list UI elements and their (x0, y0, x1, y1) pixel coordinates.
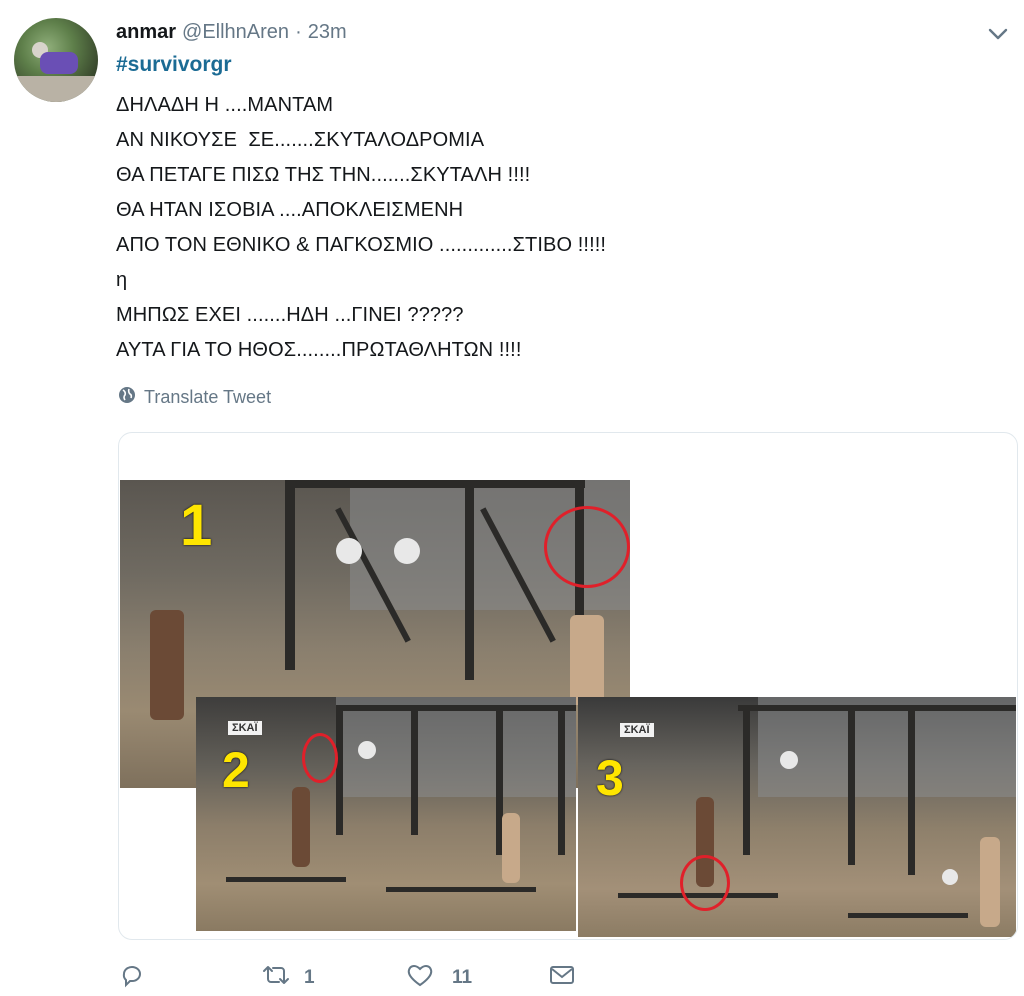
reply-icon (120, 962, 146, 994)
envelope-icon (548, 962, 576, 994)
media-card[interactable]: 1 ΣΚΑΪ 2 ΣΚΑΪ 3 (118, 432, 1018, 940)
panel-number: 1 (180, 493, 213, 558)
photo-panel-3[interactable]: ΣΚΑΪ 3 (578, 697, 1016, 937)
athlete (980, 837, 1000, 927)
retweet-button[interactable]: 1 (260, 962, 315, 994)
ground-frame (226, 877, 346, 882)
pole (411, 705, 418, 835)
like-count: 11 (452, 967, 473, 988)
target (942, 869, 958, 885)
heart-icon (406, 962, 434, 994)
retweet-icon (260, 962, 292, 994)
avatar[interactable] (14, 18, 98, 102)
crossbar (285, 480, 585, 488)
panel-number: 3 (596, 750, 624, 806)
tweet-line: ΘΑ ΗΤΑΝ ΙΣΟΒΙΑ ....ΑΠΟΚΛΕΙΣΜΕΝΗ (116, 199, 464, 221)
channel-badge: ΣΚΑΪ (620, 723, 654, 737)
tweet-timestamp[interactable]: 23m (308, 21, 347, 44)
avatar-ground (14, 76, 98, 102)
pole (743, 705, 750, 855)
author-name[interactable]: anmar (116, 21, 176, 44)
tweet-line: ΑΥΤΑ ΓΙΑ ΤΟ ΗΘΟΣ........ΠΡΩΤΑΘΛΗΤΩΝ !!!! (116, 339, 522, 361)
like-button[interactable]: 11 (406, 962, 472, 994)
target (358, 741, 376, 759)
hashtag-link[interactable]: #survivorgr (116, 53, 232, 77)
pole (908, 705, 915, 875)
translate-label: Translate Tweet (144, 387, 272, 407)
tweet-line: ΑΝ ΝΙΚΟΥΣΕ ΣΕ.......ΣΚΥΤΑΛΟΔΡΟΜΙΑ (116, 129, 485, 151)
tweet-actions: 1 11 (118, 962, 718, 992)
ground-frame (848, 913, 968, 918)
pole (558, 705, 565, 855)
retweet-count: 1 (304, 967, 315, 988)
tweet-line: ΜΗΠΩΣ ΕΧΕΙ .......ΗΔΗ ...ΓΙΝΕΙ ????? (116, 304, 464, 326)
target (780, 751, 798, 769)
target (394, 538, 420, 564)
panel-number: 2 (222, 742, 250, 798)
tweet-line: ΑΠΟ ΤΟΝ ΕΘΝΙΚΟ & ΠΑΓΚΟΣΜΙΟ .............… (116, 234, 607, 256)
separator-dot: · (295, 20, 302, 43)
athlete (502, 813, 520, 883)
chevron-down-icon[interactable] (986, 22, 1010, 46)
tweet-text: ΔΗΛΑΔΗ Η ....ΜΑΝΤΑΜ ΑΝ ΝΙΚΟΥΣΕ ΣΕ.......… (116, 88, 606, 368)
avatar-figure (40, 52, 78, 74)
tweet-line: η (116, 269, 128, 291)
pole (848, 705, 855, 865)
photo-panel-2[interactable]: ΣΚΑΪ 2 (196, 697, 576, 931)
pole (336, 705, 343, 835)
crossbar (738, 705, 1016, 711)
author-handle[interactable]: @EllhnAren (182, 21, 289, 44)
tweet-line: ΔΗΛΑΔΗ Η ....ΜΑΝΤΑΜ (116, 94, 334, 116)
athlete (292, 787, 310, 867)
globe-icon (118, 386, 144, 409)
tweet-header: anmar @EllhnAren · 23m (116, 18, 347, 46)
highlight-circle (680, 855, 730, 911)
direct-message-button[interactable] (548, 962, 576, 994)
highlight-circle (544, 506, 630, 588)
pole (285, 480, 295, 670)
ground-frame (386, 887, 536, 892)
pole (465, 480, 474, 680)
reply-button[interactable] (120, 962, 154, 994)
channel-badge: ΣΚΑΪ (228, 721, 262, 735)
athlete (570, 615, 604, 705)
crossbar (336, 705, 576, 711)
tweet-line: ΘΑ ΠΕΤΑΓΕ ΠΙΣΩ ΤΗΣ ΤΗΝ.......ΣΚΥΤΑΛΗ !!!… (116, 164, 531, 186)
athlete (150, 610, 184, 720)
target (336, 538, 362, 564)
translate-tweet-link[interactable]: Translate Tweet (118, 386, 271, 409)
background-wall (758, 697, 1016, 797)
highlight-circle (302, 733, 338, 783)
